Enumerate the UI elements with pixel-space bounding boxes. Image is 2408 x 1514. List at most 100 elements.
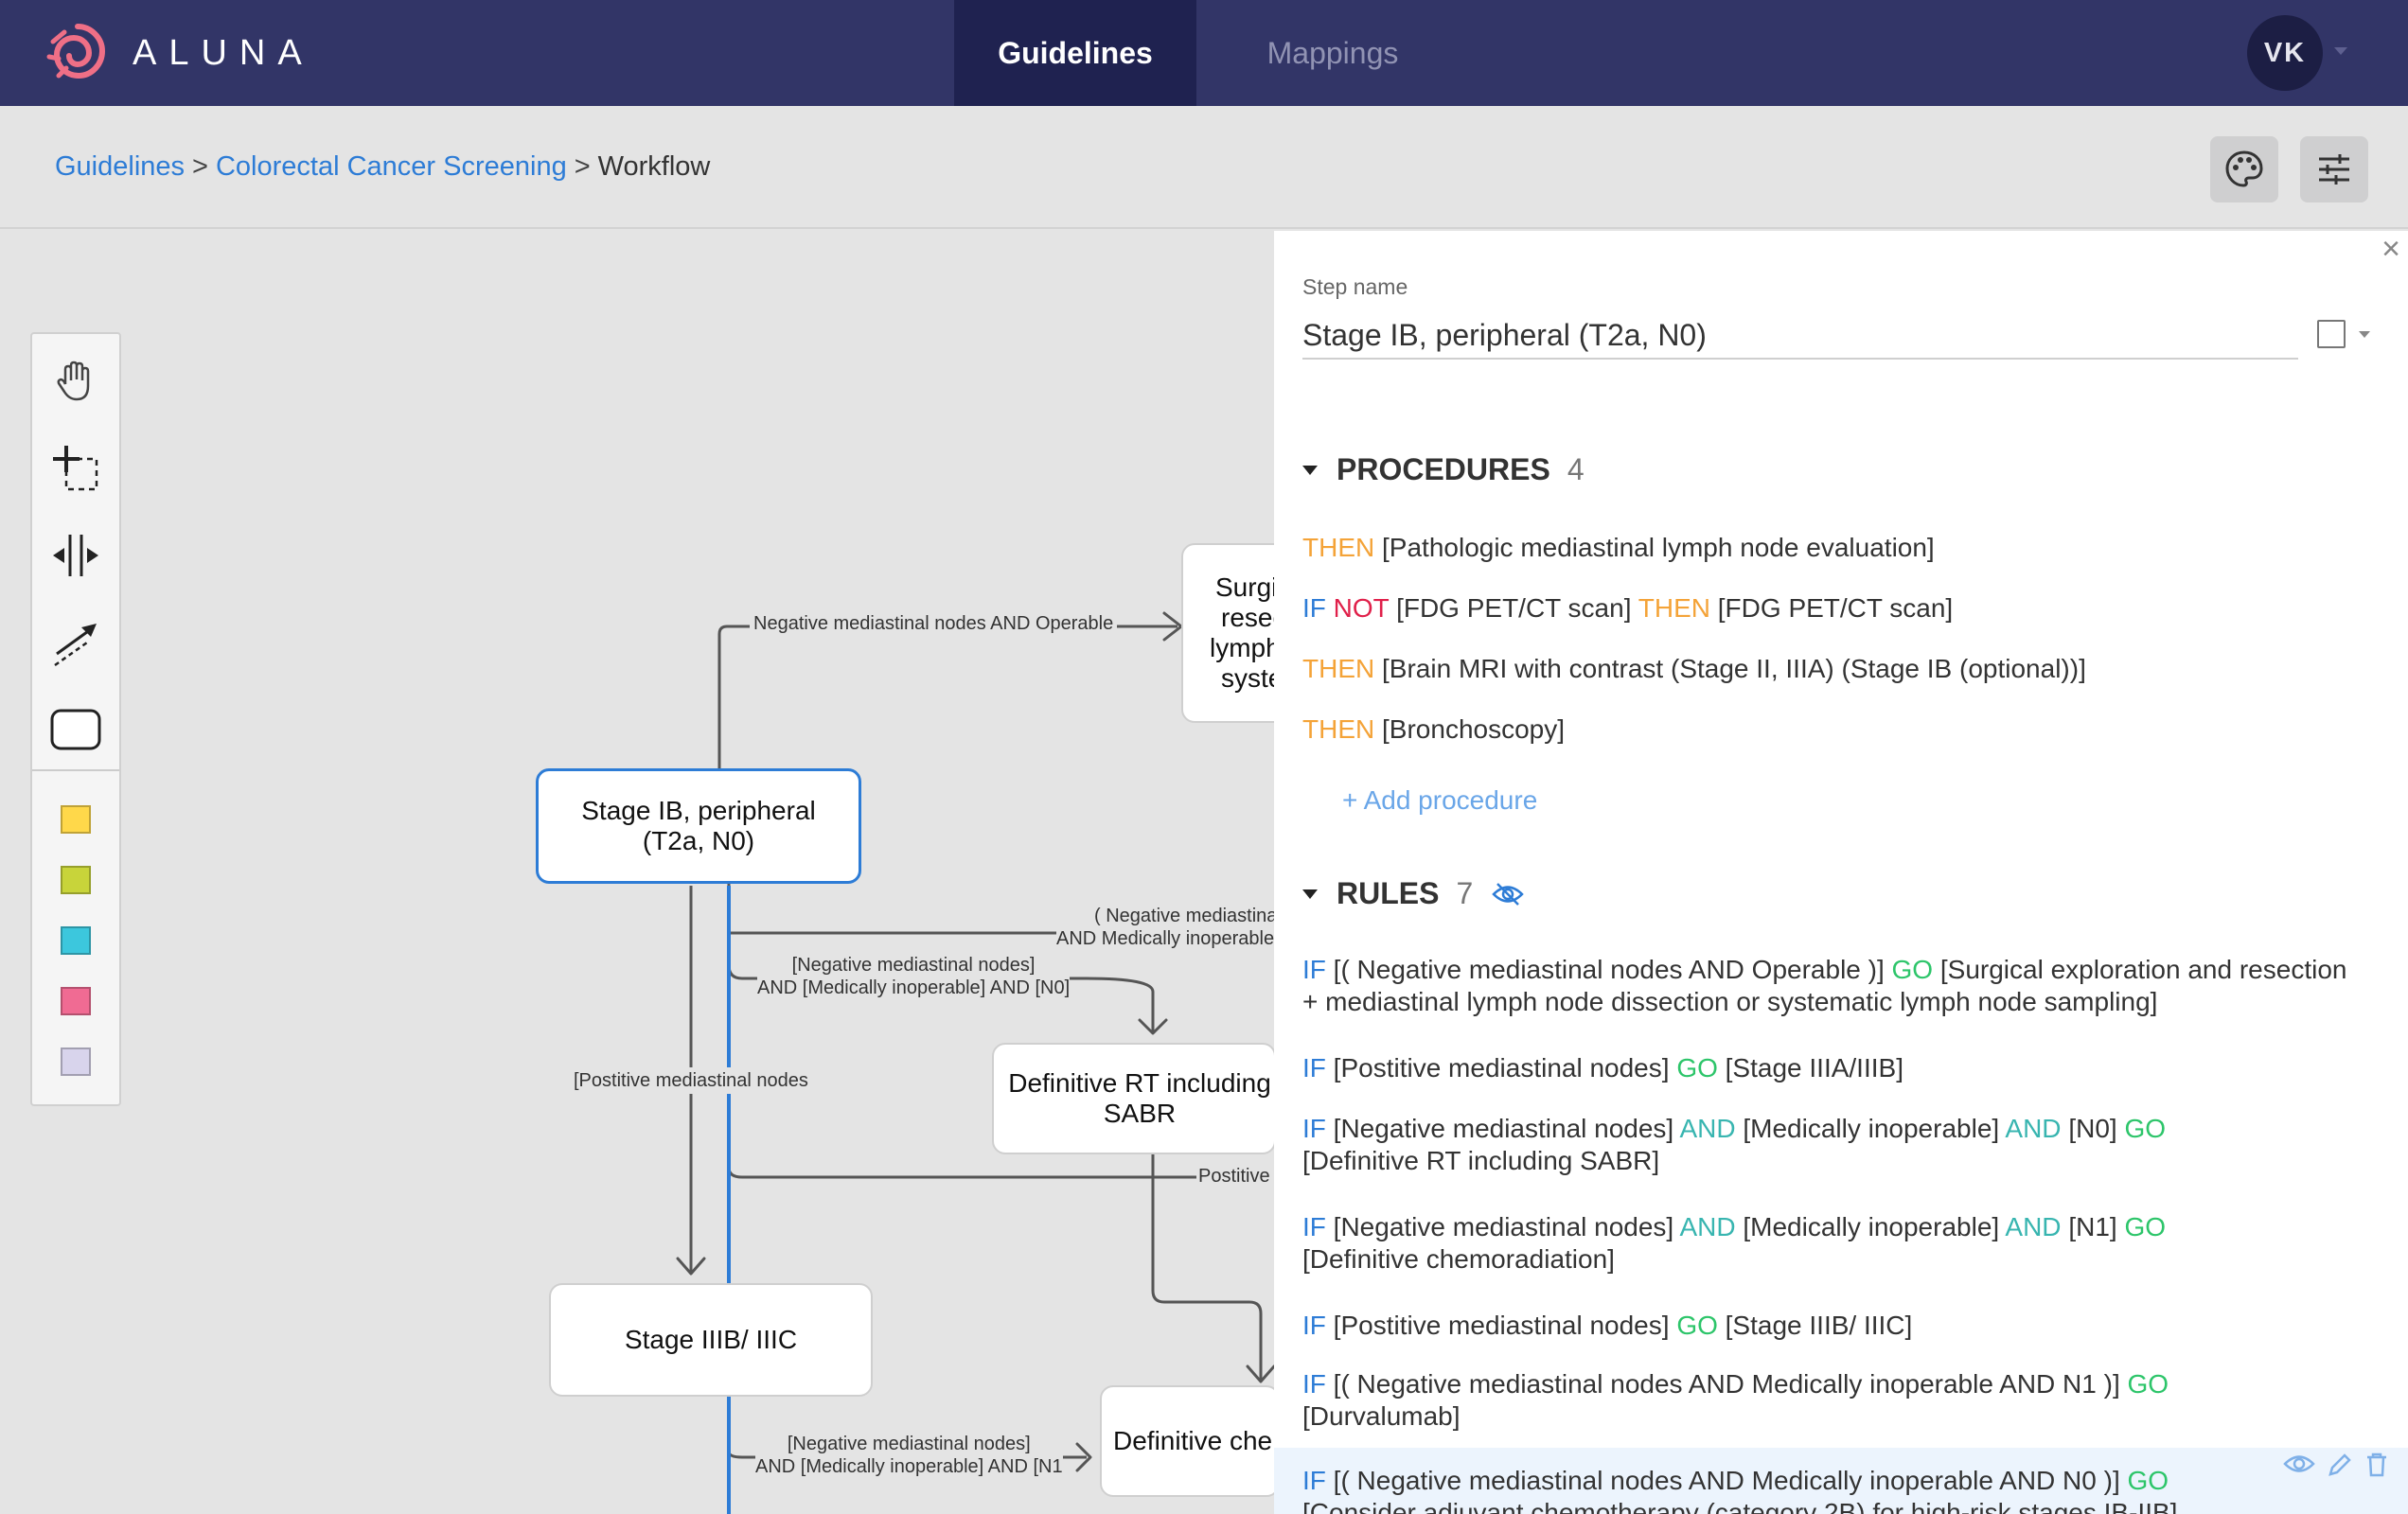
add-node-icon: [53, 446, 98, 491]
keyword-if: IF: [1302, 1053, 1326, 1083]
keyword-then: THEN: [1638, 593, 1710, 623]
chevron-down-icon[interactable]: [2359, 331, 2370, 338]
edge-label-line: AND [Medically inoperable] AND [N0]: [757, 977, 1071, 998]
rule-item[interactable]: IF [( Negative mediastinal nodes AND Med…: [1302, 1465, 2230, 1514]
add-procedure-button[interactable]: + Add procedure: [1342, 785, 1537, 816]
keyword-go: GO: [2127, 1466, 2169, 1495]
split-icon: [53, 535, 98, 576]
breadcrumb: Guidelines > Colorectal Cancer Screening…: [55, 151, 710, 183]
add-node-tool-button[interactable]: [47, 440, 104, 497]
keyword-and: AND: [2005, 1212, 2062, 1241]
eye-hidden-icon[interactable]: [1492, 882, 1525, 907]
rules-title: RULES: [1337, 876, 1440, 910]
rule-condition: [N0]: [2068, 1114, 2117, 1143]
procedure-text: [FDG PET/CT scan]: [1717, 593, 1954, 623]
rules-section-header[interactable]: RULES 7: [1302, 876, 1525, 911]
trash-icon[interactable]: [2364, 1452, 2389, 1478]
rule-item[interactable]: IF [Postitive mediastinal nodes] GO [Sta…: [1302, 1310, 2363, 1342]
split-tool-button[interactable]: [47, 527, 104, 584]
keyword-if: IF: [1302, 1114, 1326, 1143]
connect-tool-button[interactable]: [47, 614, 104, 671]
swatch-lime[interactable]: [61, 866, 91, 894]
collapse-triangle-icon[interactable]: [1302, 465, 1318, 475]
rule-target: [Durvalumab]: [1302, 1401, 1461, 1431]
eye-icon[interactable]: [2283, 1452, 2315, 1476]
rule-item[interactable]: IF [Postitive mediastinal nodes] GO [Sta…: [1302, 1052, 2363, 1084]
toolbox-divider: [32, 769, 119, 771]
rounded-rect-tool-button[interactable]: [47, 701, 104, 758]
rule-row-actions: [2283, 1452, 2389, 1478]
rule-item[interactable]: IF [( Negative mediastinal nodes AND Ope…: [1302, 954, 2363, 1018]
chevron-down-icon[interactable]: [2334, 47, 2347, 55]
rule-condition: [Medically inoperable]: [1743, 1212, 2000, 1241]
step-color-picker[interactable]: [2317, 320, 2346, 348]
hand-tool-button[interactable]: [47, 353, 104, 410]
keyword-then: THEN: [1302, 654, 1375, 683]
collapse-triangle-icon[interactable]: [1302, 889, 1318, 899]
rules-count: 7: [1456, 876, 1474, 910]
workflow-canvas[interactable]: Surgic resec lymph syste Stage IB, perip…: [0, 231, 1274, 1514]
step-name-input[interactable]: Stage IB, peripheral (T2a, N0): [1302, 307, 2298, 360]
swatch-yellow[interactable]: [61, 805, 91, 834]
settings-sliders-button[interactable]: [2300, 136, 2368, 202]
node-surgical-resection[interactable]: Surgic resec lymph syste: [1181, 543, 1274, 723]
keyword-and: AND: [1679, 1114, 1736, 1143]
rule-condition: [Postitive mediastinal nodes]: [1333, 1311, 1670, 1340]
rule-item[interactable]: IF [Negative mediastinal nodes] AND [Med…: [1302, 1113, 2230, 1177]
rule-item[interactable]: IF [( Negative mediastinal nodes AND Med…: [1302, 1368, 2230, 1433]
rule-condition: [Negative mediastinal nodes]: [1333, 1212, 1674, 1241]
procedures-section-header[interactable]: PROCEDURES 4: [1302, 452, 1585, 487]
procedure-text: [Pathologic mediastinal lymph node evalu…: [1382, 533, 1935, 562]
edge-label[interactable]: Postitive: [1198, 1165, 1270, 1188]
keyword-go: GO: [2124, 1212, 2167, 1241]
breadcrumb-separator: >: [574, 151, 591, 182]
edge-label[interactable]: ( Negative mediastinal AND Medically ino…: [1056, 905, 1274, 950]
edge-label[interactable]: [Negative mediastinal nodes] AND [Medica…: [757, 954, 1071, 999]
user-avatar[interactable]: VK: [2247, 15, 2323, 91]
rule-condition: [( Negative mediastinal nodes AND Medica…: [1333, 1466, 2120, 1495]
pencil-icon[interactable]: [2327, 1452, 2353, 1478]
rule-item[interactable]: IF [Negative mediastinal nodes] AND [Med…: [1302, 1211, 2230, 1276]
procedure-text: [Bronchoscopy]: [1382, 714, 1566, 744]
app-logo[interactable]: ALUNA: [45, 21, 314, 85]
rule-condition: [N1]: [2068, 1212, 2117, 1241]
swatch-cyan[interactable]: [61, 926, 91, 955]
step-name-label: Step name: [1302, 274, 1408, 299]
node-text-line: Surgic: [1215, 572, 1274, 602]
keyword-go: GO: [2127, 1369, 2169, 1399]
edge-label[interactable]: [Negative mediastinal nodes] AND [Medica…: [755, 1433, 1063, 1478]
node-stage-iiib[interactable]: Stage IIIB/ IIIC: [549, 1283, 873, 1397]
procedure-item[interactable]: THEN [Bronchoscopy]: [1302, 713, 2363, 746]
procedure-item[interactable]: THEN [Brain MRI with contrast (Stage II,…: [1302, 653, 2363, 685]
rule-target: [Stage IIIB/ IIIC]: [1725, 1311, 1913, 1340]
breadcrumb-current: Workflow: [597, 151, 711, 182]
node-definitive-chemo[interactable]: Definitive che: [1100, 1385, 1274, 1497]
rule-condition: [Medically inoperable]: [1743, 1114, 2000, 1143]
breadcrumb-link-guidelines[interactable]: Guidelines: [55, 151, 185, 183]
swatch-lavender[interactable]: [61, 1047, 91, 1076]
edge-label-line: ( Negative mediastinal: [1094, 906, 1274, 926]
keyword-if: IF: [1302, 1369, 1326, 1399]
node-text-line: lymph: [1210, 633, 1274, 662]
edge-label[interactable]: Negative mediastinal nodes AND Operable: [750, 612, 1118, 635]
node-definitive-rt[interactable]: Definitive RT including SABR: [992, 1043, 1274, 1154]
keyword-if: IF: [1302, 1311, 1326, 1340]
swatch-pink[interactable]: [61, 987, 91, 1015]
keyword-and: AND: [1679, 1212, 1736, 1241]
rule-target: [Stage IIIA/IIIB]: [1725, 1053, 1903, 1083]
procedure-item[interactable]: THEN [Pathologic mediastinal lymph node …: [1302, 532, 2363, 564]
procedure-item[interactable]: IF NOT [FDG PET/CT scan] THEN [FDG PET/C…: [1302, 592, 2363, 625]
edge-label-line: [Negative mediastinal nodes]: [791, 955, 1036, 976]
edge-label[interactable]: [Postitive mediastinal nodes: [568, 1067, 814, 1094]
node-stage-ib[interactable]: Stage IB, peripheral (T2a, N0): [536, 768, 861, 884]
sliders-icon: [2319, 154, 2349, 185]
nav-tab-mappings[interactable]: Mappings: [1196, 0, 1469, 106]
breadcrumb-link-guideline[interactable]: Colorectal Cancer Screening: [216, 151, 567, 183]
palette-button[interactable]: [2210, 136, 2278, 202]
close-icon[interactable]: ×: [2381, 231, 2400, 268]
nav-tab-guidelines[interactable]: Guidelines: [954, 0, 1196, 106]
step-details-panel: × Step name Stage IB, peripheral (T2a, N…: [1274, 231, 2408, 1514]
keyword-not: NOT: [1333, 593, 1390, 623]
keyword-go: GO: [1676, 1311, 1718, 1340]
keyword-if: IF: [1302, 593, 1326, 623]
